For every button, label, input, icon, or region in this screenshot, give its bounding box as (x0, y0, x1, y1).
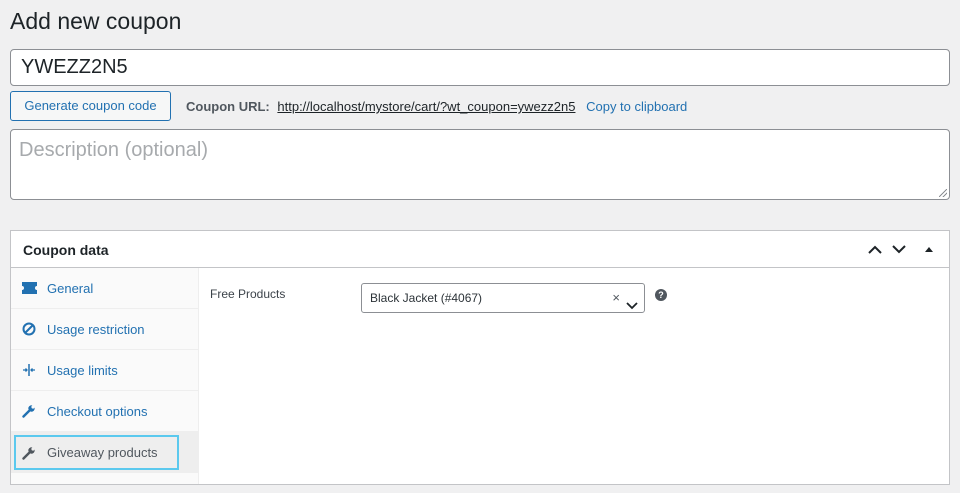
panel-title: Coupon data (23, 242, 109, 258)
block-icon (21, 321, 37, 337)
clear-selection-icon[interactable]: × (612, 284, 620, 312)
page-title: Add new coupon (10, 8, 182, 34)
tab-giveaway-products[interactable]: Giveaway products (11, 432, 198, 473)
wrench-icon (21, 403, 37, 419)
panel-header: Coupon data (11, 231, 949, 268)
help-icon[interactable]: ? (655, 289, 667, 301)
tab-checkout-options[interactable]: Checkout options (11, 391, 198, 432)
description-placeholder: Description (optional) (19, 139, 208, 161)
tab-label: General (47, 280, 94, 296)
coupon-url-row: Coupon URL: http://localhost/mystore/car… (186, 99, 687, 114)
copy-to-clipboard-link[interactable]: Copy to clipboard (586, 99, 687, 114)
coupon-code-input[interactable]: YWEZZ2N5 (10, 49, 950, 86)
tab-label: Usage restriction (47, 321, 145, 337)
resize-handle-icon[interactable] (939, 189, 947, 197)
coupon-url-label: Coupon URL: (186, 99, 270, 114)
tab-label: Giveaway products (47, 445, 158, 460)
coupon-url-link[interactable]: http://localhost/mystore/cart/?wt_coupon… (277, 99, 575, 114)
move-up-icon[interactable] (865, 239, 885, 259)
coupon-data-tabs: General Usage restriction Usage limits C… (11, 268, 199, 484)
generate-coupon-code-button[interactable]: Generate coupon code (10, 91, 171, 121)
giveaway-products-content: Free Products Black Jacket (#4067) × ? (200, 268, 949, 484)
wrench-icon (21, 445, 37, 461)
tab-general[interactable]: General (11, 268, 198, 309)
description-textarea[interactable]: Description (optional) (10, 129, 950, 200)
tab-usage-restriction[interactable]: Usage restriction (11, 309, 198, 350)
move-down-icon[interactable] (889, 239, 909, 259)
free-products-label: Free Products (210, 287, 286, 301)
tab-usage-limits[interactable]: Usage limits (11, 350, 198, 391)
ticket-icon (21, 280, 37, 296)
collapse-toggle-icon[interactable] (919, 239, 939, 259)
selected-product: Black Jacket (#4067) (370, 291, 483, 305)
tab-label: Checkout options (47, 403, 148, 419)
tab-label: Usage limits (47, 362, 118, 378)
chevron-down-icon[interactable] (626, 292, 638, 320)
limits-icon (21, 362, 37, 378)
free-products-select[interactable]: Black Jacket (#4067) × (361, 283, 645, 313)
coupon-data-panel: Coupon data General Usage restriction Us… (10, 230, 950, 485)
